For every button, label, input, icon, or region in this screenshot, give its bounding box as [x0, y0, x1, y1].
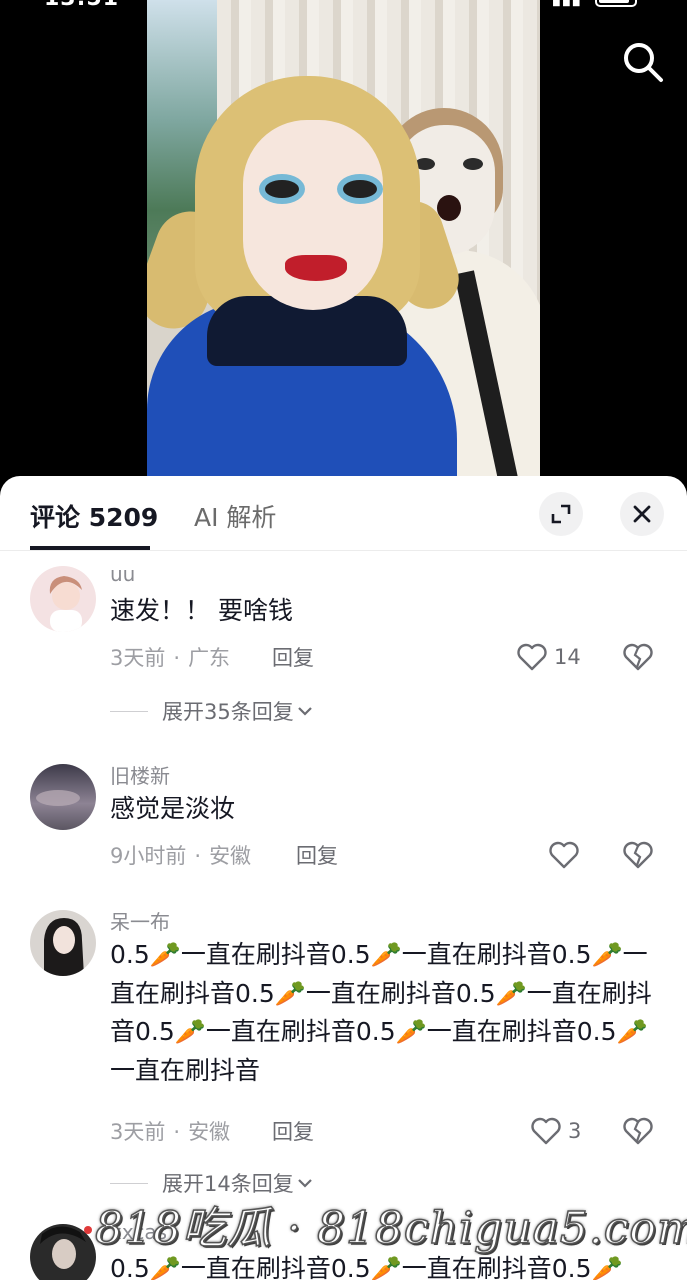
comment-meta: 9小时前 · 安徽	[110, 844, 252, 868]
heart-icon	[531, 1117, 561, 1145]
comment-meta: 3天前 · 安徽	[110, 1120, 231, 1144]
dislike-button[interactable]	[622, 642, 654, 676]
search-button[interactable]	[621, 40, 665, 84]
close-icon	[633, 505, 651, 523]
divider-line	[110, 710, 148, 712]
chevron-down-icon	[297, 707, 312, 716]
avatar-image	[30, 764, 96, 830]
tab-comments[interactable]: 评论 5209	[30, 498, 158, 534]
close-button[interactable]	[620, 492, 664, 536]
expand-button[interactable]	[539, 492, 583, 536]
divider-line	[110, 1182, 148, 1184]
person-left-face	[243, 120, 383, 310]
comment-text: 感觉是淡妆	[110, 794, 236, 823]
avatar-image	[30, 910, 96, 976]
comment-text: 速发！！ 要啥钱	[110, 596, 293, 625]
tab-active-indicator	[30, 546, 150, 550]
status-time: 13:51	[44, 0, 119, 11]
video-frame	[147, 0, 540, 478]
reply-button[interactable]: 回复	[272, 642, 314, 672]
comment-text: 0.5🥕一直在刷抖音0.5🥕一直在刷抖音0.5🥕一直在刷抖音0.5🥕一直在刷抖音…	[110, 940, 652, 1085]
reply-button[interactable]: 回复	[272, 1116, 314, 1146]
person-left-mouth	[285, 255, 347, 281]
person-left-eye	[265, 180, 299, 198]
broken-heart-icon	[623, 643, 653, 671]
watermark-text: 818吃瓜 · 818chigua5.com	[94, 1202, 687, 1255]
person-right-mouth	[437, 195, 461, 221]
expand-icon	[551, 504, 571, 524]
expand-replies-label: 展开35条回复	[162, 700, 294, 724]
search-icon	[624, 43, 663, 82]
like-count: 3	[568, 1119, 582, 1143]
signal-icon: ▮▮▮	[552, 0, 582, 9]
status-bar: 13:51 ▮▮▮	[0, 0, 687, 14]
like-button[interactable]: 14	[516, 642, 581, 672]
broken-heart-icon	[623, 841, 653, 869]
expand-replies-button[interactable]: 展开35条回复	[110, 696, 316, 726]
avatar[interactable]	[30, 764, 96, 830]
comment-meta: 3天前 · 广东	[110, 646, 231, 670]
heart-icon	[517, 643, 547, 671]
comment-username[interactable]: uu	[110, 562, 135, 586]
avatar[interactable]	[30, 566, 96, 632]
video-player[interactable]: 13:51 ▮▮▮	[0, 0, 687, 490]
person-right-eye	[463, 158, 483, 170]
like-button[interactable]	[548, 840, 580, 870]
reply-button[interactable]: 回复	[296, 840, 338, 870]
comment-tabs: 评论 5209 AI 解析	[0, 476, 687, 551]
tab-ai-analysis[interactable]: AI 解析	[194, 498, 276, 534]
comment-time: 3天前	[110, 646, 166, 670]
comment-username[interactable]: 旧楼新	[110, 760, 170, 789]
chevron-down-icon	[297, 1179, 312, 1188]
comment-sheet: 评论 5209 AI 解析 uu 速发！！ 要啥钱 3天前 · 广东 回复 14…	[0, 476, 687, 1280]
status-icons: ▮▮▮	[552, 0, 637, 9]
broken-heart-icon	[623, 1117, 653, 1145]
watermark-dot	[84, 1226, 92, 1234]
comment-time: 3天前	[110, 1120, 166, 1144]
comment-location: 安徽	[209, 844, 252, 868]
comment-location: 广东	[188, 646, 231, 670]
comment-time: 9小时前	[110, 844, 187, 868]
dislike-button[interactable]	[622, 840, 654, 874]
battery-icon	[595, 0, 637, 7]
dislike-button[interactable]	[622, 1116, 654, 1150]
heart-icon	[549, 841, 579, 869]
like-count: 14	[554, 645, 581, 669]
person-left-eye	[343, 180, 377, 198]
comment-location: 安徽	[188, 1120, 231, 1144]
avatar[interactable]	[30, 910, 96, 976]
comment-username[interactable]: 呆一布	[110, 906, 170, 935]
avatar-image	[30, 566, 96, 632]
like-button[interactable]: 3	[530, 1116, 581, 1146]
